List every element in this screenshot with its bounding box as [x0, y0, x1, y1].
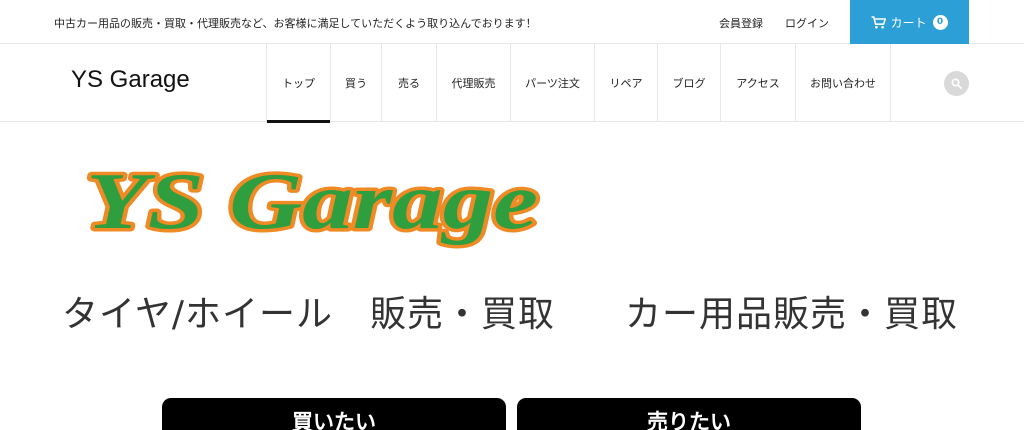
cart-count-badge: 0 [932, 14, 948, 30]
nav-item-contact[interactable]: お問い合わせ [795, 44, 891, 122]
tagline: 中古カー用品の販売・買取・代理販売など、お客様に満足していただくよう取り込んでお… [54, 17, 537, 30]
cart-label: カート [890, 15, 927, 30]
nav-item-buy[interactable]: 買う [330, 44, 381, 122]
top-bar: 中古カー用品の販売・買取・代理販売など、お客様に満足していただくよう取り込んでお… [0, 0, 1024, 44]
nav-item-access[interactable]: アクセス [720, 44, 795, 122]
nav-item-consignment[interactable]: 代理販売 [436, 44, 510, 122]
cart-icon [871, 15, 887, 28]
service-tire-wheel: タイヤ/ホイール 販売・買取 [62, 294, 556, 335]
cart-button[interactable]: カート 0 [850, 0, 969, 44]
login-link[interactable]: ログイン [785, 15, 829, 31]
svg-text:YS Garage: YS Garage [86, 158, 538, 246]
hero-logo: YS Garage YS Garage [83, 155, 542, 250]
search-icon [951, 78, 962, 89]
nav-item-top[interactable]: トップ [266, 44, 330, 123]
main-nav: トップ 買う 売る 代理販売 パーツ注文 リペア ブログ アクセス お問い合わせ [266, 44, 891, 123]
site-title[interactable]: YS Garage [71, 66, 190, 94]
nav-item-parts-order[interactable]: パーツ注文 [510, 44, 594, 122]
service-car-goods: カー用品販売・買取 [625, 294, 959, 335]
search-button[interactable] [944, 71, 969, 96]
register-link[interactable]: 会員登録 [719, 15, 763, 31]
buy-button[interactable]: 買いたい [162, 398, 506, 430]
nav-item-blog[interactable]: ブログ [657, 44, 720, 122]
site-header: YS Garage トップ 買う 売る 代理販売 パーツ注文 リペア ブログ ア… [0, 44, 1024, 123]
nav-item-sell[interactable]: 売る [381, 44, 436, 122]
sell-button[interactable]: 売りたい [517, 398, 861, 430]
nav-item-repair[interactable]: リペア [594, 44, 657, 122]
